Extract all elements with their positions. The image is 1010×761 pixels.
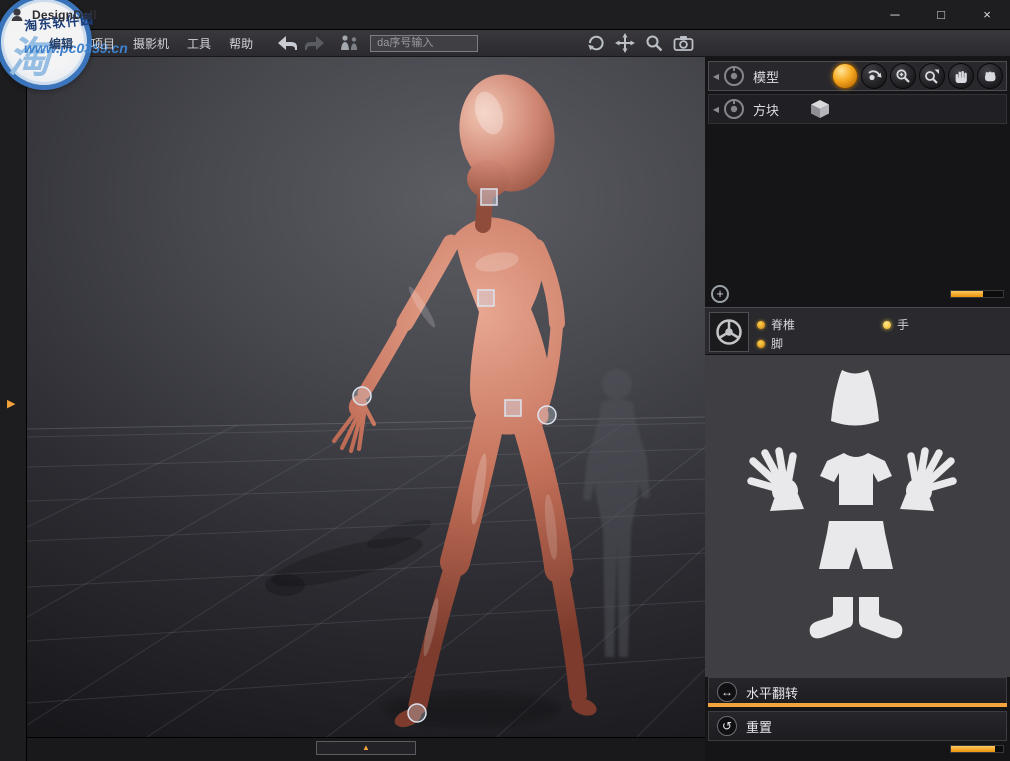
part-shirt-button[interactable] [815, 449, 897, 514]
radio-dot-icon [757, 340, 765, 348]
shadow-figure [583, 369, 650, 657]
radio-label-spine: 脊椎 [771, 316, 795, 333]
menubar: 编辑 项目 摄影机 工具 帮助 [0, 30, 1010, 57]
viewport-3d-scene[interactable] [27, 57, 705, 737]
reset-label: 重置 [746, 717, 772, 736]
redo-forward-icon[interactable] [304, 35, 326, 51]
right-panel: ◀ 模型 [705, 57, 1010, 761]
expand-bottom-panel-button[interactable]: ▲ [316, 741, 416, 755]
panel-slider-bottom[interactable] [950, 745, 1004, 753]
part-torso-button[interactable] [820, 367, 890, 434]
maximize-button[interactable]: □ [918, 0, 964, 30]
add-row: + [705, 285, 1010, 305]
flip-horizontal-button[interactable]: ↔ 水平翻转 [708, 677, 1007, 707]
layer-row-block[interactable]: ◀ 方块 [708, 94, 1007, 124]
move-icon[interactable] [615, 33, 635, 53]
window-title: DesignDoll [32, 8, 97, 22]
flip-icon: ↔ [717, 682, 737, 702]
layer-label-model: 模型 [753, 67, 779, 86]
handle-right-wrist[interactable] [538, 406, 556, 424]
menu-help[interactable]: 帮助 [220, 32, 262, 55]
menu-camera[interactable]: 摄影机 [124, 32, 178, 55]
titlebar: DesignDoll ─ □ × [0, 0, 1010, 30]
viewport-bottom-bar: ▲ [27, 737, 705, 761]
designdoll-window: DesignDoll ─ □ × 编辑 项目 摄影机 工具 帮助 [0, 0, 1010, 761]
handle-chest[interactable] [478, 290, 494, 306]
reset-icon: ↺ [717, 716, 737, 736]
flip-label: 水平翻转 [746, 683, 798, 702]
tool-zoom-in-icon[interactable] [890, 63, 916, 89]
minimize-button[interactable]: ─ [872, 0, 918, 30]
expand-left-panel-icon[interactable]: ▶ [7, 397, 15, 410]
collapse-arrow-icon[interactable]: ◀ [709, 72, 723, 81]
radio-hand[interactable]: 手 [883, 316, 909, 333]
tool-hand-icon[interactable] [948, 63, 974, 89]
handle-left-ankle[interactable] [408, 704, 426, 722]
layer-row-model[interactable]: ◀ 模型 [708, 61, 1007, 91]
part-shoes-button[interactable] [781, 593, 931, 658]
radio-spine[interactable]: 脊椎 [757, 316, 795, 333]
tool-pan-zoom-icon[interactable] [919, 63, 945, 89]
tool-fist-icon[interactable] [977, 63, 1003, 89]
radio-dot-icon [757, 321, 765, 329]
collapse-arrow-icon[interactable]: ◀ [709, 105, 723, 114]
doll-wheel-icon[interactable] [709, 312, 749, 352]
figure-pair-icon[interactable] [338, 34, 360, 52]
tool-ball-icon[interactable] [832, 63, 858, 89]
camera-icon[interactable] [673, 34, 694, 52]
part-selector: 脊椎 脚 手 [705, 307, 1010, 355]
body-parts-grid [705, 355, 1010, 677]
zoom-icon[interactable] [644, 33, 664, 53]
part-shorts-button[interactable] [815, 517, 897, 586]
viewport[interactable]: ▲ [27, 57, 705, 761]
radio-label-hand: 手 [897, 316, 909, 333]
panel-slider[interactable] [950, 290, 1004, 298]
figure-mannequin[interactable] [334, 66, 599, 731]
handle-neck[interactable] [481, 189, 497, 205]
app-icon [9, 7, 25, 23]
menu-edit[interactable]: 编辑 [40, 32, 82, 55]
handle-left-wrist[interactable] [353, 387, 371, 405]
orbit-rotate-icon[interactable] [586, 33, 606, 53]
add-object-button[interactable]: + [711, 285, 729, 303]
radio-foot[interactable]: 脚 [757, 335, 783, 352]
part-right-hand-button[interactable] [897, 447, 961, 518]
layer-dial-icon [723, 65, 747, 87]
menu-tools[interactable]: 工具 [178, 32, 220, 55]
serial-input[interactable] [370, 35, 478, 52]
layer-dial-icon [723, 98, 747, 120]
handle-hip[interactable] [505, 400, 521, 416]
menu-items: 编辑 项目 摄影机 工具 帮助 [40, 32, 262, 55]
tool-rotate-icon[interactable] [861, 63, 887, 89]
radio-label-foot: 脚 [771, 335, 783, 352]
undo-back-icon[interactable] [276, 35, 298, 51]
reset-button[interactable]: ↺ 重置 [708, 711, 1007, 741]
close-button[interactable]: × [964, 0, 1010, 30]
menu-project[interactable]: 项目 [82, 32, 124, 55]
radio-dot-icon [883, 321, 891, 329]
left-side-strip: ▶ [0, 57, 27, 761]
cube-icon [809, 98, 831, 120]
layer-label-block: 方块 [753, 100, 779, 119]
part-left-hand-button[interactable] [743, 447, 807, 518]
